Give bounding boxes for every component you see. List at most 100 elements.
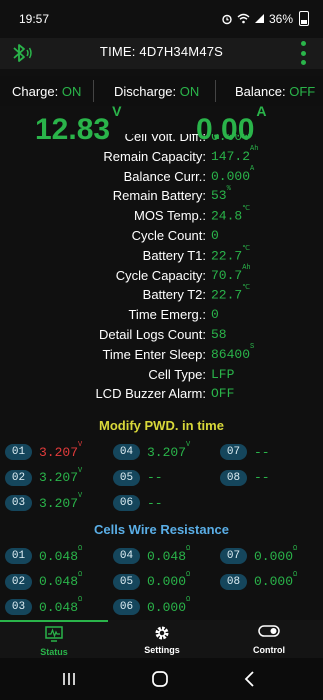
info-row-label: Battery T1: (142, 247, 206, 263)
cell-index-badge: 02 (5, 573, 32, 590)
switch-status-bar: Charge: ON Discharge: ON Balance: OFF (0, 76, 323, 106)
nav-control-label: Control (253, 645, 285, 655)
info-row-label: MOS Temp.: (133, 208, 206, 224)
cell-index-badge: 05 (113, 573, 140, 590)
wifi-icon (237, 13, 250, 24)
info-row: Detail Logs Count: 58 (0, 324, 323, 344)
info-row-label: LCD Buzzer Alarm: (95, 386, 206, 402)
cell-value: 0.000Ω (147, 596, 191, 615)
info-row: Remain Battery: 53% (0, 185, 323, 205)
cell-value: 0.048Ω (39, 596, 83, 615)
cell-index-badge: 06 (113, 599, 140, 615)
nav-status-label: Status (40, 647, 68, 657)
battery-percent: 36% (268, 11, 293, 26)
resistance_section-cell: 01 0.048Ω (5, 544, 82, 568)
info-row: Battery T1: 22.7℃ (0, 245, 323, 265)
info-row-value: 22.7℃ (211, 284, 251, 303)
info-row-value: LFP (211, 366, 235, 382)
cell-value: -- (254, 470, 270, 485)
back-icon[interactable] (244, 671, 256, 687)
cells_section-cell: 08 -- (220, 466, 270, 490)
system-navigation-bar (0, 658, 323, 700)
discharge-status[interactable]: Discharge: ON (114, 84, 199, 99)
discharge-label: Discharge: (114, 84, 177, 99)
info-row: Cell Type: LFP (0, 364, 323, 384)
parameter-list[interactable]: Cell Volt. Diff.: 0.000 Remain Capacity: 14… (0, 134, 323, 412)
info-row: Cycle Capacity: 70.7Ah (0, 264, 323, 285)
cell-value: -- (254, 444, 270, 460)
cells_section-cell: 06 -- (113, 491, 163, 515)
info-row-value: 0.000A (211, 165, 255, 184)
info-row-value: 22.7℃ (211, 244, 251, 264)
cells_section-cell: 04 3.207V (113, 440, 190, 464)
cell-index-badge: 05 (113, 469, 140, 486)
alarm-icon (222, 14, 232, 24)
total-voltage: 12.83V (35, 103, 122, 146)
app-bar: TIME: 4D7H34M47S (0, 38, 323, 69)
cell-index-badge: 04 (113, 548, 140, 564)
info-row-label: Cycle Capacity: (115, 267, 206, 283)
resistance-section-title: Cells Wire Resistance (93, 522, 229, 537)
info-row-value: 0 (211, 307, 219, 323)
divider (215, 80, 216, 102)
home-icon[interactable] (151, 670, 169, 688)
cell-value: 3.207V (39, 441, 83, 460)
gear-icon (155, 626, 169, 640)
cell-index-badge: 08 (220, 469, 247, 486)
info-row-label: Battery T2: (142, 287, 206, 303)
cells-section-title: Modify PWD. in time (99, 418, 224, 433)
cell-value: 0.048Ω (39, 570, 83, 589)
cell-index-badge: 01 (5, 548, 32, 564)
resistance_section-cell: 02 0.048Ω (5, 570, 82, 594)
cell-value: 0.000Ω (254, 545, 298, 564)
resistance_section-cell: 04 0.048Ω (113, 544, 190, 568)
voltage-unit: V (112, 103, 122, 119)
cell-value: 3.207V (147, 441, 191, 460)
cell-index-badge: 06 (113, 495, 140, 511)
balance-label: Balance: (235, 84, 286, 99)
cell-index-badge: 07 (220, 548, 247, 564)
info-row-label: Cell Type: (148, 366, 206, 382)
charge-label: Charge: (12, 84, 59, 99)
cell-value: -- (147, 495, 163, 511)
cells_section-cell: 03 3.207V (5, 491, 82, 515)
info-row: Battery T2: 22.7℃ (0, 284, 323, 304)
cell-value: 0.000Ω (254, 570, 298, 589)
discharge-value: ON (179, 84, 200, 99)
info-row-label: Time Enter Sleep: (102, 346, 206, 362)
info-row-value: 24.8℃ (211, 205, 251, 224)
signal-icon (254, 14, 264, 23)
nav-settings[interactable]: Settings (108, 620, 216, 658)
battery-icon (299, 11, 309, 26)
resistance_section-cell: 03 0.048Ω (5, 595, 82, 619)
cell-value: 3.207V (39, 492, 83, 511)
info-row-label: Remain Battery: (112, 188, 206, 204)
current-unit: A (256, 103, 267, 119)
cell-index-badge: 08 (220, 573, 247, 590)
nav-status[interactable]: Status (0, 620, 108, 660)
cell-value: 0.048Ω (147, 545, 191, 564)
charge-status[interactable]: Charge: ON (12, 84, 81, 99)
info-row: Time Emerg.: 0 (0, 304, 323, 324)
resistance_section-cell: 05 0.000Ω (113, 570, 190, 594)
info-row-value: 53% (211, 185, 231, 204)
charge-value: ON (61, 84, 82, 99)
cells_section-cell: 01 3.207V (5, 440, 82, 464)
resistance_section-cell: 08 0.000Ω (220, 570, 297, 594)
recents-icon[interactable] (62, 672, 76, 686)
system-status-bar: 19:57 36% (0, 0, 323, 38)
info-row-value: 86400S (211, 343, 255, 362)
overflow-menu-icon[interactable] (300, 41, 306, 65)
resistance_section-cell: 06 0.000Ω (113, 595, 190, 619)
balance-status[interactable]: Balance: OFF (235, 84, 315, 99)
nav-control[interactable]: Control (215, 620, 323, 658)
info-row-value: OFF (211, 386, 235, 402)
info-row: LCD Buzzer Alarm: OFF (0, 383, 323, 403)
runtime-title: TIME: 4D7H34M47S (99, 44, 224, 59)
info-row-value: 58 (211, 327, 227, 342)
info-row-value: 70.7Ah (211, 264, 251, 283)
info-row-value: 0 (211, 228, 219, 243)
toggle-icon (258, 625, 280, 637)
info-row: MOS Temp.: 24.8℃ (0, 205, 323, 225)
info-row-label: Remain Capacity: (103, 148, 206, 164)
